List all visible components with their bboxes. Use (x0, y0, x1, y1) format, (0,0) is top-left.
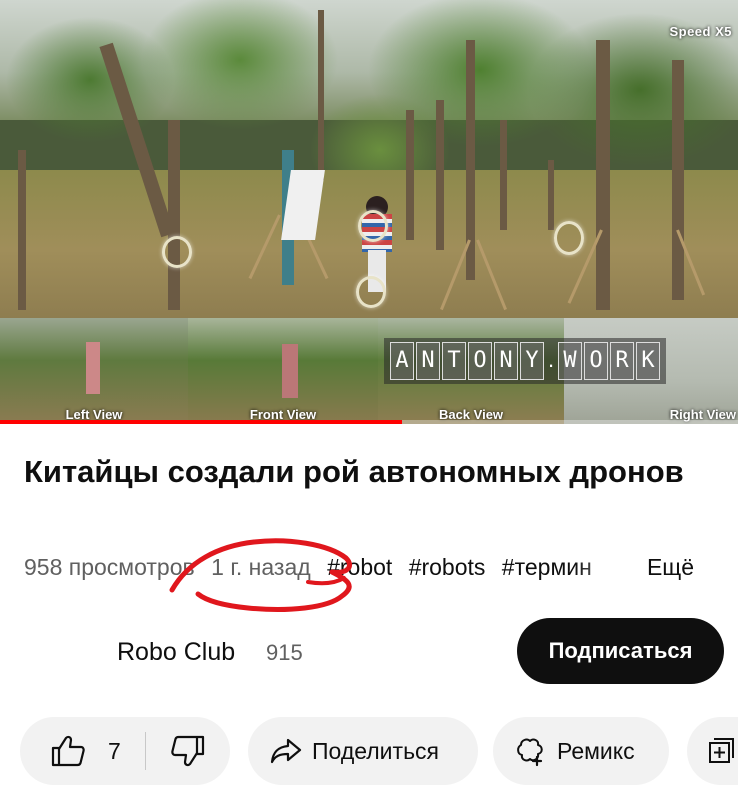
tree-trunk (500, 120, 507, 230)
remix-label: Ремикс (557, 737, 635, 764)
add-to-playlist-icon (709, 738, 734, 763)
video-progress-bar[interactable] (0, 420, 738, 424)
view-count: 958 просмотров (24, 554, 195, 580)
thumbs-up-icon (51, 735, 85, 767)
thumbs-down-icon (171, 735, 204, 767)
like-button[interactable]: 7 (50, 734, 121, 768)
video-meta-row[interactable]: 958 просмотров 1 г. назад #robot #robots… (24, 554, 714, 584)
person-figure (282, 344, 298, 398)
tree-trunk (436, 100, 444, 250)
tree-trunk (548, 160, 554, 230)
watermark: A N T O N Y . W O R K (384, 338, 666, 384)
channel-name[interactable]: Robo Club (117, 638, 235, 667)
front-view-thumbnail: Front View (188, 318, 378, 424)
video-player[interactable]: Speed X5 Left View Front View Back View … (0, 0, 738, 424)
share-arrow-icon (270, 738, 302, 764)
video-progress-fill (0, 420, 403, 424)
dislike-button[interactable] (170, 734, 206, 768)
hashtag-robots[interactable]: #robots (409, 554, 486, 580)
like-divider (144, 732, 146, 770)
drone-target-ring (162, 236, 192, 268)
upload-age: 1 г. назад (211, 554, 311, 580)
tree-trunk (318, 10, 324, 180)
tree-trunk (18, 150, 26, 310)
subscribe-button[interactable]: Подписаться (517, 618, 724, 684)
speed-overlay: Speed X5 (669, 24, 732, 39)
tree-trunk (672, 60, 684, 300)
share-label: Поделиться (312, 737, 440, 764)
remix-button[interactable]: Ремикс (493, 717, 669, 785)
like-dislike-group: 7 (20, 717, 230, 785)
tree-trunk (406, 110, 414, 240)
remix-icon (517, 738, 543, 767)
tree-trunk (596, 40, 610, 310)
video-title[interactable]: Китайцы создали рой автономных дронов (24, 452, 714, 492)
tree-trunk (168, 120, 180, 310)
save-button[interactable] (687, 717, 738, 785)
person-figure (86, 342, 100, 394)
hashtag-robot[interactable]: #robot (327, 554, 392, 580)
subscriber-count: 915 (266, 640, 303, 665)
like-count: 7 (108, 737, 121, 764)
drone-target-ring (356, 276, 386, 308)
drone-target-ring (554, 221, 584, 255)
share-button[interactable]: Поделиться (248, 717, 478, 785)
left-view-thumbnail: Left View (0, 318, 188, 424)
drone-target-ring (358, 210, 388, 242)
more-button[interactable]: Ещё (640, 554, 694, 581)
